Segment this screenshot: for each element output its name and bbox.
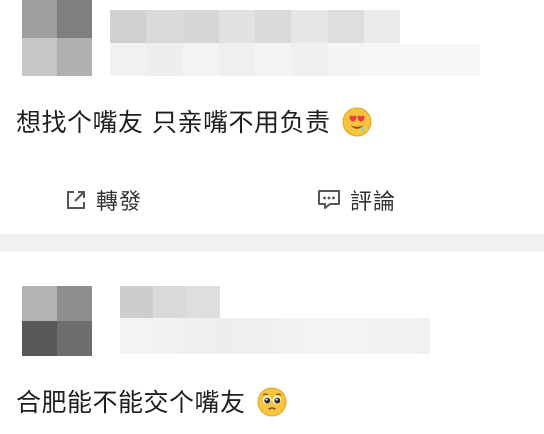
post-card: 想找个嘴友 只亲嘴不用负责 轉發 評論	[0, 0, 544, 234]
meta-blurred	[400, 44, 480, 76]
comment-button[interactable]: 評論	[316, 182, 396, 218]
post-card: 合肥能不能交个嘴友	[0, 252, 544, 434]
comment-icon	[318, 190, 340, 209]
section-divider	[0, 234, 544, 252]
avatar[interactable]	[22, 286, 92, 356]
post-text: 合肥能不能交个嘴友	[16, 387, 288, 420]
smiling-face-with-heart-eyes-icon	[342, 107, 372, 137]
repost-button[interactable]: 轉發	[64, 182, 142, 218]
share-icon	[67, 191, 85, 209]
post-text-content: 合肥能不能交个嘴友	[16, 388, 246, 417]
comment-label: 評論	[350, 190, 397, 215]
post-text: 想找个嘴友 只亲嘴不用负责	[16, 107, 373, 140]
username-blurred[interactable]	[110, 10, 400, 76]
pleading-face-icon	[257, 387, 287, 417]
avatar[interactable]	[22, 0, 92, 76]
username-blurred[interactable]	[120, 286, 220, 318]
action-bar: 轉發 評論	[0, 168, 544, 232]
meta-blurred	[120, 318, 430, 354]
post-text-content: 想找个嘴友 只亲嘴不用负责	[16, 108, 331, 137]
repost-label: 轉發	[96, 190, 143, 215]
